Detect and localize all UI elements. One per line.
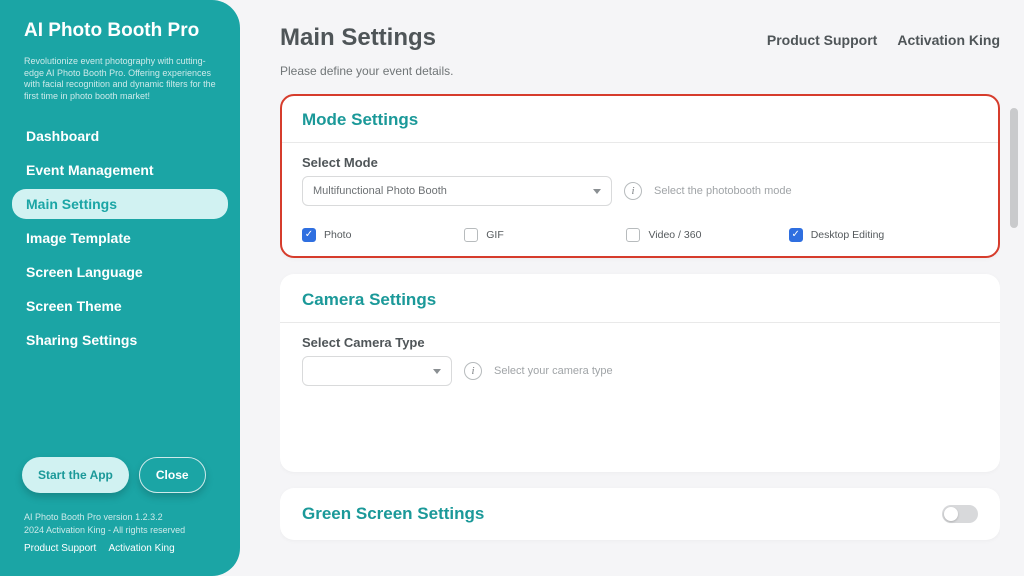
- chevron-down-icon: [593, 189, 601, 194]
- main-content: Main Settings Product Support Activation…: [240, 0, 1024, 576]
- option-video-360[interactable]: Video / 360: [626, 228, 788, 242]
- option-label: GIF: [486, 229, 504, 241]
- sidebar-item-main-settings[interactable]: Main Settings: [12, 189, 228, 219]
- sidebar-item-screen-language[interactable]: Screen Language: [12, 257, 228, 287]
- version-text: AI Photo Booth Pro version 1.2.3.2: [24, 511, 216, 524]
- footer-link-activation-king[interactable]: Activation King: [109, 543, 175, 554]
- checkbox-icon: [302, 228, 316, 242]
- footer-link-product-support[interactable]: Product Support: [24, 543, 96, 554]
- divider: [280, 322, 1000, 323]
- select-mode-value: Multifunctional Photo Booth: [313, 185, 447, 197]
- checkbox-icon: [464, 228, 478, 242]
- checkbox-icon: [789, 228, 803, 242]
- sidebar-item-sharing-settings[interactable]: Sharing Settings: [12, 325, 228, 355]
- brand-tagline: Revolutionize event photography with cut…: [0, 56, 240, 121]
- option-label: Photo: [324, 229, 351, 241]
- mode-settings-title: Mode Settings: [302, 110, 978, 130]
- mode-options-row: Photo GIF Video / 360 Desktop Editing: [302, 228, 978, 242]
- info-icon[interactable]: i: [624, 182, 642, 200]
- scrollbar[interactable]: [1010, 108, 1018, 228]
- sidebar-item-dashboard[interactable]: Dashboard: [12, 121, 228, 151]
- sidebar-item-screen-theme[interactable]: Screen Theme: [12, 291, 228, 321]
- select-mode-dropdown[interactable]: Multifunctional Photo Booth: [302, 176, 612, 206]
- sidebar-actions: Start the App Close: [0, 457, 240, 493]
- select-camera-hint: Select your camera type: [494, 365, 613, 377]
- spacer: [302, 386, 978, 456]
- select-mode-row: Multifunctional Photo Booth i Select the…: [302, 176, 978, 206]
- checkbox-icon: [626, 228, 640, 242]
- info-icon[interactable]: i: [464, 362, 482, 380]
- option-desktop-editing[interactable]: Desktop Editing: [789, 228, 951, 242]
- camera-settings-card: Camera Settings Select Camera Type i Sel…: [280, 274, 1000, 472]
- option-gif[interactable]: GIF: [464, 228, 626, 242]
- green-screen-settings-card: Green Screen Settings: [280, 488, 1000, 540]
- sidebar-item-event-management[interactable]: Event Management: [12, 155, 228, 185]
- close-button[interactable]: Close: [139, 457, 206, 493]
- header-link-product-support[interactable]: Product Support: [767, 32, 877, 48]
- sidebar-footer-links: Product Support Activation King: [0, 541, 240, 556]
- select-camera-label: Select Camera Type: [302, 335, 978, 350]
- settings-scroll-area: Mode Settings Select Mode Multifunctiona…: [280, 94, 1000, 576]
- brand-title: AI Photo Booth Pro: [0, 20, 240, 56]
- sidebar-item-image-template[interactable]: Image Template: [12, 223, 228, 253]
- sidebar-footer: AI Photo Booth Pro version 1.2.3.2 2024 …: [0, 493, 240, 541]
- green-screen-toggle[interactable]: [942, 505, 978, 523]
- option-photo[interactable]: Photo: [302, 228, 464, 242]
- page-subtitle: Please define your event details.: [280, 64, 1000, 78]
- sidebar-nav: Dashboard Event Management Main Settings…: [0, 121, 240, 355]
- page-header: Main Settings Product Support Activation…: [280, 24, 1000, 52]
- header-link-activation-king[interactable]: Activation King: [897, 32, 1000, 48]
- header-links: Product Support Activation King: [767, 32, 1000, 48]
- page-title: Main Settings: [280, 24, 436, 52]
- option-label: Video / 360: [648, 229, 701, 241]
- chevron-down-icon: [433, 369, 441, 374]
- divider: [282, 142, 998, 143]
- select-camera-dropdown[interactable]: [302, 356, 452, 386]
- mode-settings-card: Mode Settings Select Mode Multifunctiona…: [280, 94, 1000, 258]
- copyright-text: 2024 Activation King - All rights reserv…: [24, 524, 216, 537]
- select-mode-hint: Select the photobooth mode: [654, 185, 792, 197]
- start-app-button[interactable]: Start the App: [22, 457, 129, 493]
- select-mode-label: Select Mode: [302, 155, 978, 170]
- camera-settings-title: Camera Settings: [302, 290, 978, 310]
- option-label: Desktop Editing: [811, 229, 885, 241]
- select-camera-row: i Select your camera type: [302, 356, 978, 386]
- green-screen-title: Green Screen Settings: [302, 504, 484, 524]
- sidebar: AI Photo Booth Pro Revolutionize event p…: [0, 0, 240, 576]
